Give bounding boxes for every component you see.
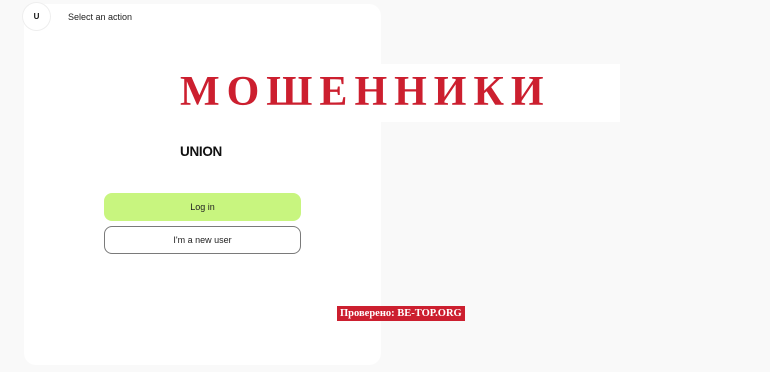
verified-watermark: Проверено: BE-TOP.ORG: [337, 306, 465, 321]
auth-panel: [24, 4, 381, 365]
union-logo: UNION: [180, 144, 222, 159]
new-user-button[interactable]: I'm a new user: [104, 226, 301, 254]
avatar[interactable]: U: [23, 3, 50, 30]
scam-warning-text: МОШЕННИКИ: [180, 69, 551, 115]
page-title: Select an action: [68, 12, 133, 22]
avatar-letter: U: [33, 12, 40, 21]
login-button[interactable]: Log in: [104, 193, 301, 221]
